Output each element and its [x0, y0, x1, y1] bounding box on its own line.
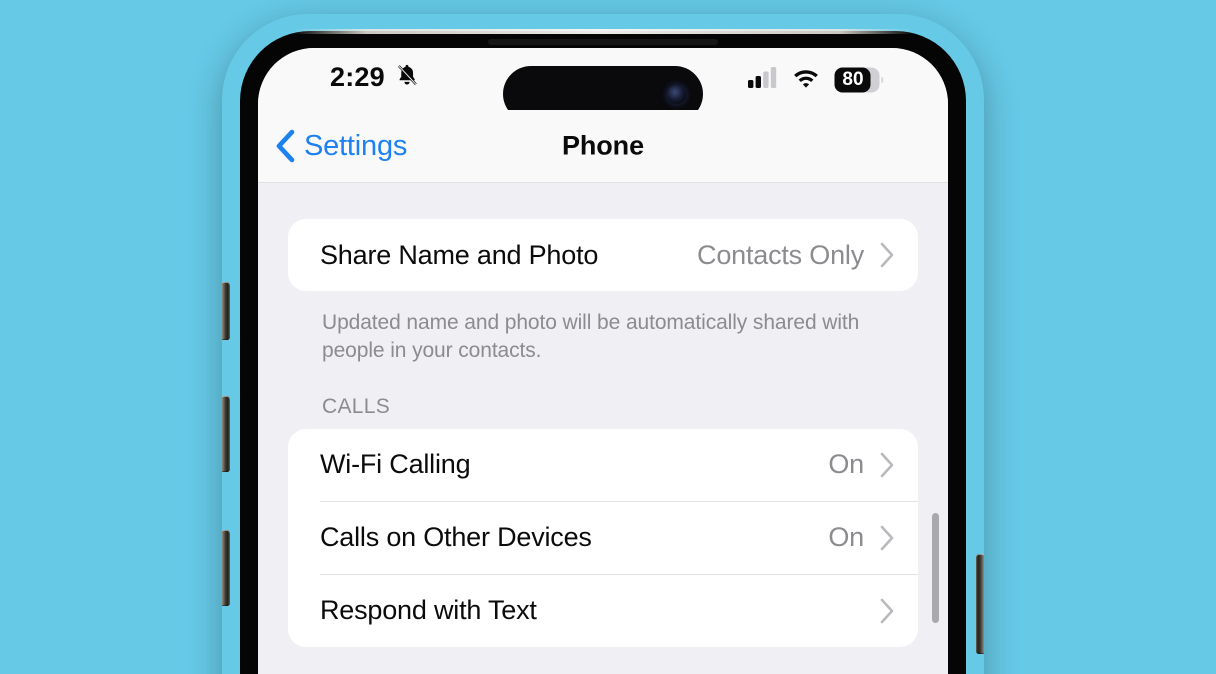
status-bar: 2:29 80 [258, 48, 948, 122]
bell-slash-icon [394, 62, 420, 93]
battery-percent-label: 80 [842, 68, 864, 90]
status-clock: 2:29 [330, 62, 385, 92]
volume-up-button[interactable] [222, 396, 230, 472]
settings-content: Share Name and Photo Contacts Only Updat… [258, 183, 948, 674]
device-top-frame-band [292, 29, 914, 34]
action-button[interactable] [222, 282, 230, 340]
chevron-right-icon [878, 450, 896, 480]
share-name-photo-footnote: Updated name and photo will be automatic… [322, 311, 860, 362]
row-label: Wi-Fi Calling [320, 449, 471, 480]
chevron-right-icon [878, 596, 896, 626]
battery-icon: 80 [834, 67, 886, 93]
phone-screen: 2:29 80 Settings Phone Share Name and Ph… [258, 48, 948, 674]
row-value: Contacts Only [697, 239, 864, 270]
volume-down-button[interactable] [222, 530, 230, 606]
status-bar-left: 2:29 [330, 62, 420, 93]
cellular-signal-icon [748, 66, 778, 93]
row-label: Share Name and Photo [320, 239, 599, 270]
iphone-device-frame: 2:29 80 Settings Phone Share Name and Ph… [222, 14, 984, 674]
section-header-calls: CALLS [322, 394, 391, 418]
chevron-right-icon [878, 523, 896, 553]
row-label: Calls on Other Devices [320, 522, 592, 553]
row-share-name-and-photo[interactable]: Share Name and Photo Contacts Only [288, 219, 918, 291]
vertical-scrollbar[interactable] [932, 513, 939, 623]
screenshot-stage: 2:29 80 Settings Phone Share Name and Ph… [0, 0, 1216, 674]
status-bar-right: 80 [748, 66, 886, 93]
row-value: On [828, 522, 864, 553]
wifi-icon [792, 67, 820, 93]
front-camera-lens [667, 84, 686, 104]
page-title: Phone [561, 130, 645, 161]
chevron-left-icon [274, 128, 296, 164]
back-to-settings-button[interactable]: Settings [274, 128, 407, 164]
chevron-right-icon [878, 240, 896, 270]
row-respond-with-text[interactable]: Respond with Text [288, 575, 918, 647]
navigation-bar: Settings Phone [258, 110, 948, 183]
side-power-button[interactable] [976, 554, 984, 654]
row-value: On [828, 449, 864, 480]
share-name-photo-card: Share Name and Photo Contacts Only [288, 219, 918, 291]
row-calls-on-other-devices[interactable]: Calls on Other Devices On [288, 502, 918, 574]
row-label: Respond with Text [320, 595, 537, 626]
row-wifi-calling[interactable]: Wi-Fi Calling On [288, 429, 918, 501]
earpiece-speaker-slot [488, 39, 718, 45]
calls-card: Wi-Fi Calling On Calls on Other Devices … [288, 428, 918, 647]
back-button-label: Settings [304, 129, 408, 162]
